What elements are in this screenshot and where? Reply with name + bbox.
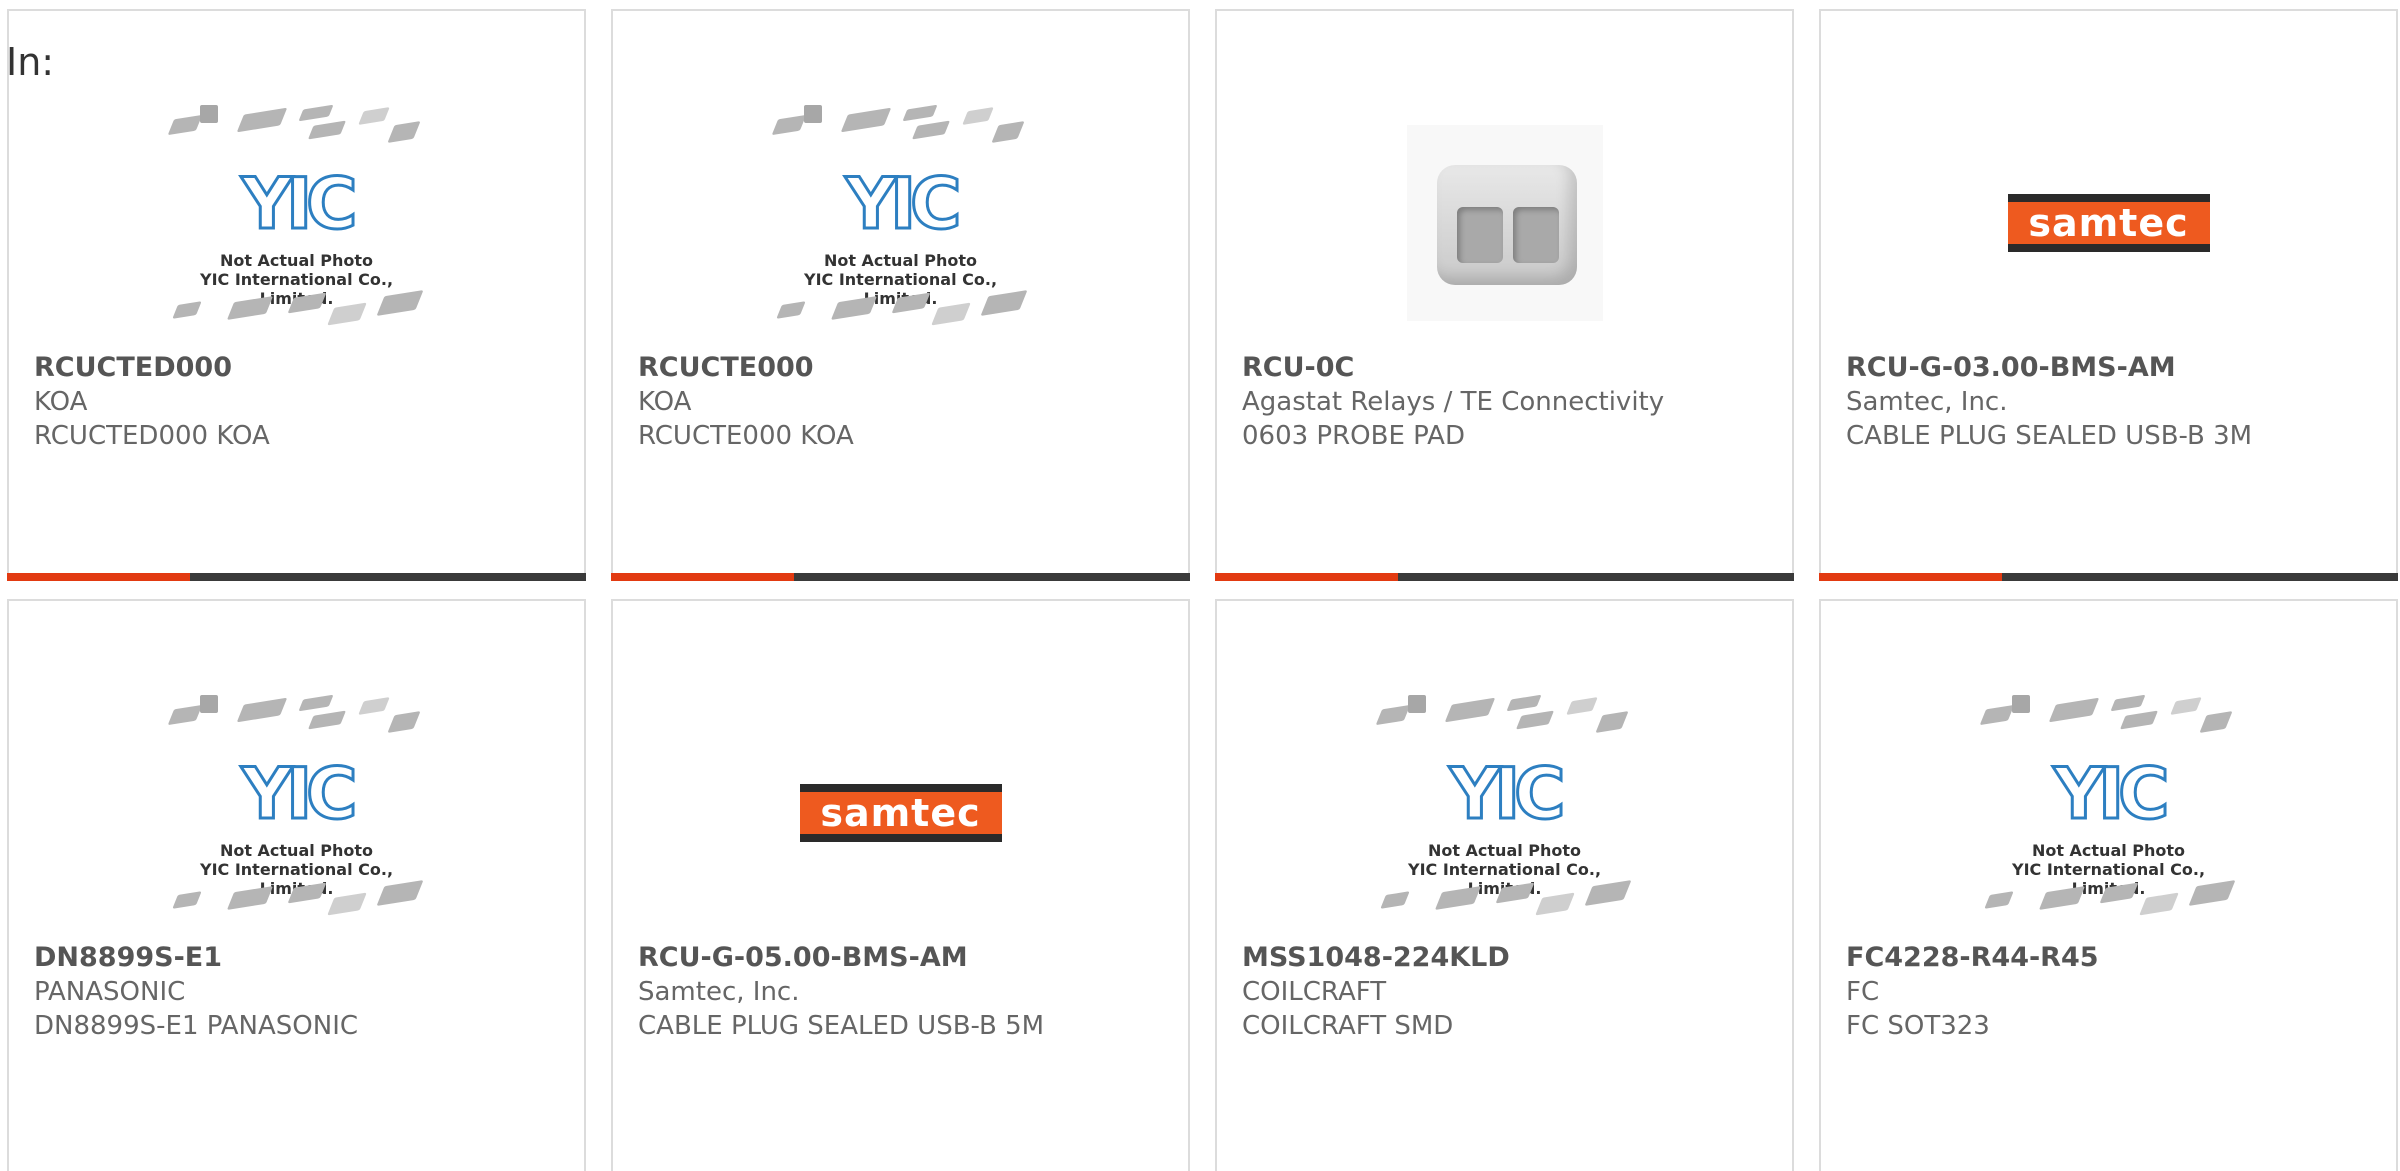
product-image[interactable]: YIC Not Actual Photo YIC International C…	[9, 683, 584, 943]
yic-logo: YIC	[240, 752, 359, 837]
product-info: RCU-G-05.00-BMS-AM Samtec, Inc. CABLE PLUG…	[638, 941, 1178, 1043]
samtec-logo-text: samtec	[799, 792, 1002, 834]
card-accent-highlight	[1215, 573, 1398, 581]
product-info: DN8899S-E1 PANASONIC DN8899S-E1 PANASONIC	[34, 941, 574, 1043]
manufacturer-name: PANASONIC	[34, 977, 186, 1007]
manufacturer-name: COILCRAFT	[1242, 977, 1387, 1007]
card-accent-bar	[1215, 573, 1794, 581]
product-info: RCUCTED000 KOA RCUCTED000 KOA	[34, 351, 574, 453]
samtec-logo-text: samtec	[2007, 202, 2210, 244]
product-image[interactable]: YIC Not Actual Photo YIC International C…	[613, 93, 1188, 353]
yic-logo: YIC	[1448, 752, 1567, 837]
product-info: RCU-0C Agastat Relays / TE Connectivity 06…	[1242, 351, 1782, 453]
part-number-link[interactable]: RCU-G-05.00-BMS-AM	[638, 941, 1178, 975]
manufacturer-name: Samtec, Inc.	[1846, 387, 2008, 417]
product-card[interactable]: YIC Not Actual Photo YIC International C…	[1819, 599, 2398, 1171]
product-card[interactable]: YIC Not Actual Photo YIC International C…	[1215, 599, 1794, 1171]
product-grid: YIC Not Actual Photo YIC International C…	[0, 9, 2398, 1171]
product-description: RCUCTED000 KOA	[34, 421, 270, 451]
product-info: RCU-G-03.00-BMS-AM Samtec, Inc. CABLE PLUG…	[1846, 351, 2386, 453]
manufacturer-name: Agastat Relays / TE Connectivity	[1242, 387, 1665, 417]
part-number-link[interactable]: RCUCTED000	[34, 351, 574, 385]
product-info: FC4228-R44-R45 FC FC SOT323	[1846, 941, 2386, 1043]
placeholder-image: YIC Not Actual Photo YIC International C…	[1974, 693, 2244, 933]
product-description: DN8899S-E1 PANASONIC	[34, 1011, 359, 1041]
product-image[interactable]: samtec	[613, 683, 1188, 943]
product-description: COILCRAFT SMD	[1242, 1011, 1454, 1041]
part-number-link[interactable]: RCUCTE000	[638, 351, 1178, 385]
card-accent-highlight	[1819, 573, 2002, 581]
placeholder-caption-line1: Not Actual Photo	[1427, 841, 1582, 860]
part-number-link[interactable]: RCU-G-03.00-BMS-AM	[1846, 351, 2386, 385]
card-accent-highlight	[611, 573, 794, 581]
product-info: RCUCTE000 KOA RCUCTE000 KOA	[638, 351, 1178, 453]
part-number-link[interactable]: MSS1048-224KLD	[1242, 941, 1782, 975]
placeholder-caption-line1: Not Actual Photo	[219, 841, 374, 860]
product-card[interactable]: YIC Not Actual Photo YIC International C…	[611, 9, 1190, 581]
yic-logo: YIC	[240, 162, 359, 247]
product-image[interactable]: samtec	[1821, 93, 2396, 353]
product-image[interactable]: YIC Not Actual Photo YIC International C…	[9, 93, 584, 353]
search-prefix-label: In:	[6, 40, 55, 84]
product-image[interactable]: YIC Not Actual Photo YIC International C…	[1217, 683, 1792, 943]
yic-logo: YIC	[844, 162, 963, 247]
samtec-logo: samtec	[799, 784, 1002, 842]
samtec-logo: samtec	[2007, 194, 2210, 252]
product-card[interactable]: YIC Not Actual Photo YIC International C…	[7, 599, 586, 1171]
product-card[interactable]: YIC Not Actual Photo YIC International C…	[7, 9, 586, 581]
part-number-link[interactable]: DN8899S-E1	[34, 941, 574, 975]
placeholder-caption-line1: Not Actual Photo	[2031, 841, 2186, 860]
manufacturer-name: Samtec, Inc.	[638, 977, 800, 1007]
product-card[interactable]: samtec RCU-G-05.00-BMS-AM Samtec, Inc. CAB…	[611, 599, 1190, 1171]
product-description: 0603 PROBE PAD	[1242, 421, 1465, 451]
placeholder-image: YIC Not Actual Photo YIC International C…	[766, 103, 1036, 343]
product-image[interactable]	[1217, 93, 1792, 353]
placeholder-caption-line1: Not Actual Photo	[823, 251, 978, 270]
relay-housing-image	[1406, 125, 1603, 321]
product-image[interactable]: YIC Not Actual Photo YIC International C…	[1821, 683, 2396, 943]
product-description: RCUCTE000 KOA	[638, 421, 854, 451]
card-accent-bar	[7, 573, 586, 581]
manufacturer-name: KOA	[638, 387, 692, 417]
product-description: CABLE PLUG SEALED USB-B 3M	[1846, 421, 2253, 451]
placeholder-image: YIC Not Actual Photo YIC International C…	[162, 693, 432, 933]
manufacturer-name: KOA	[34, 387, 88, 417]
product-card[interactable]: RCU-0C Agastat Relays / TE Connectivity 06…	[1215, 9, 1794, 581]
placeholder-image: YIC Not Actual Photo YIC International C…	[1370, 693, 1640, 933]
manufacturer-name: FC	[1846, 977, 1880, 1007]
card-accent-highlight	[7, 573, 190, 581]
product-description: CABLE PLUG SEALED USB-B 5M	[638, 1011, 1045, 1041]
card-accent-bar	[611, 573, 1190, 581]
product-description: FC SOT323	[1846, 1011, 1990, 1041]
card-accent-bar	[1819, 573, 2398, 581]
product-info: MSS1048-224KLD COILCRAFT COILCRAFT SMD	[1242, 941, 1782, 1043]
part-number-link[interactable]: FC4228-R44-R45	[1846, 941, 2386, 975]
placeholder-image: YIC Not Actual Photo YIC International C…	[162, 103, 432, 343]
placeholder-caption-line1: Not Actual Photo	[219, 251, 374, 270]
product-card[interactable]: samtec RCU-G-03.00-BMS-AM Samtec, Inc. CAB…	[1819, 9, 2398, 581]
yic-logo: YIC	[2052, 752, 2171, 837]
part-number-link[interactable]: RCU-0C	[1242, 351, 1782, 385]
